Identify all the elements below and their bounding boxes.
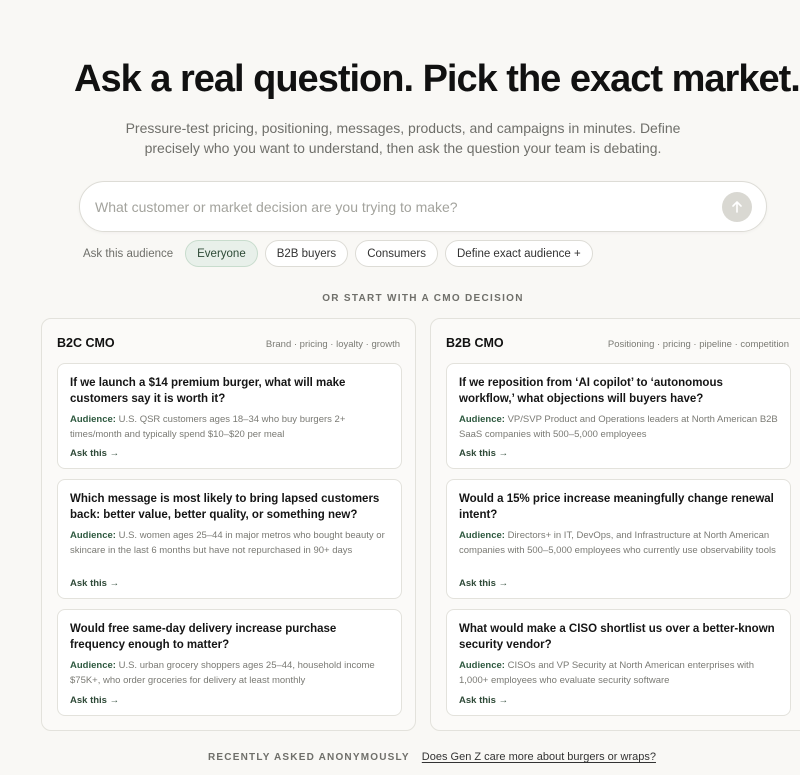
card-audience: Audience: U.S. women ages 25–44 in major…: [70, 530, 385, 556]
question-card[interactable]: If we reposition from ‘AI copilot’ to ‘a…: [446, 363, 791, 469]
recently-asked-label: RECENTLY ASKED ANONYMOUSLY: [208, 751, 410, 763]
card-audience: Audience: U.S. urban grocery shoppers ag…: [70, 660, 375, 686]
question-card[interactable]: Would a 15% price increase meaningfully …: [446, 479, 791, 599]
question-card[interactable]: Would free same-day delivery increase pu…: [57, 609, 402, 716]
b2b-panel: B2B CMO Positioning · pricing · pipeline…: [430, 318, 800, 731]
panel-title: B2C CMO: [57, 336, 115, 350]
audience-selector: Ask this audience Everyone B2B buyers Co…: [83, 240, 593, 267]
card-question: What would make a CISO shortlist us over…: [459, 623, 775, 651]
panel-tags: Brand · pricing · loyalty · growth: [265, 339, 400, 350]
card-question: Would free same-day delivery increase pu…: [70, 623, 337, 651]
panel-tags: Positioning · pricing · pipeline · compe…: [607, 339, 789, 350]
card-audience: Audience: U.S. QSR customers ages 18–34 …: [70, 414, 346, 440]
card-audience: Audience: CISOs and VP Security at North…: [459, 660, 754, 686]
ask-this-link[interactable]: Ask this →: [459, 695, 508, 706]
card-audience: Audience: Directors+ in IT, DevOps, and …: [459, 530, 776, 556]
card-question: Would a 15% price increase meaningfully …: [459, 493, 774, 521]
ask-this-link[interactable]: Ask this →: [70, 448, 119, 459]
hero-title: Ask a real question. Pick the exact mark…: [74, 58, 800, 100]
ask-this-link[interactable]: Ask this →: [459, 448, 508, 459]
question-card[interactable]: If we launch a $14 premium burger, what …: [57, 363, 402, 469]
chip-consumers[interactable]: Consumers: [355, 240, 438, 267]
audience-label: Ask this audience: [83, 247, 174, 260]
ask-this-link[interactable]: Ask this →: [459, 578, 508, 589]
ask-this-link[interactable]: Ask this →: [70, 578, 119, 589]
ask-this-link[interactable]: Ask this →: [70, 695, 119, 706]
chip-b2b-buyers[interactable]: B2B buyers: [264, 240, 349, 267]
arrow-up-icon: [732, 201, 742, 213]
ask-box: [79, 181, 767, 232]
b2c-panel: B2C CMO Brand · pricing · loyalty · grow…: [41, 318, 416, 731]
card-question: Which message is most likely to bring la…: [70, 493, 380, 521]
question-card[interactable]: What would make a CISO shortlist us over…: [446, 609, 791, 716]
chip-everyone[interactable]: Everyone: [185, 240, 258, 267]
card-audience: Audience: VP/SVP Product and Operations …: [459, 414, 778, 440]
card-question: If we launch a $14 premium burger, what …: [70, 377, 346, 405]
question-input[interactable]: [95, 182, 715, 231]
recently-asked: RECENTLY ASKED ANONYMOUSLY Does Gen Z ca…: [208, 751, 656, 763]
chip-define-audience[interactable]: Define exact audience +: [445, 240, 593, 267]
recent-question-link[interactable]: Does Gen Z care more about burgers or wr…: [422, 751, 656, 763]
hero-subtitle: Pressure-test pricing, positioning, mess…: [125, 120, 681, 156]
send-button[interactable]: [722, 192, 752, 222]
section-heading: OR START WITH A CMO DECISION: [322, 293, 524, 304]
card-question: If we reposition from ‘AI copilot’ to ‘a…: [459, 377, 723, 405]
panel-title: B2B CMO: [446, 336, 504, 350]
question-card[interactable]: Which message is most likely to bring la…: [57, 479, 402, 599]
